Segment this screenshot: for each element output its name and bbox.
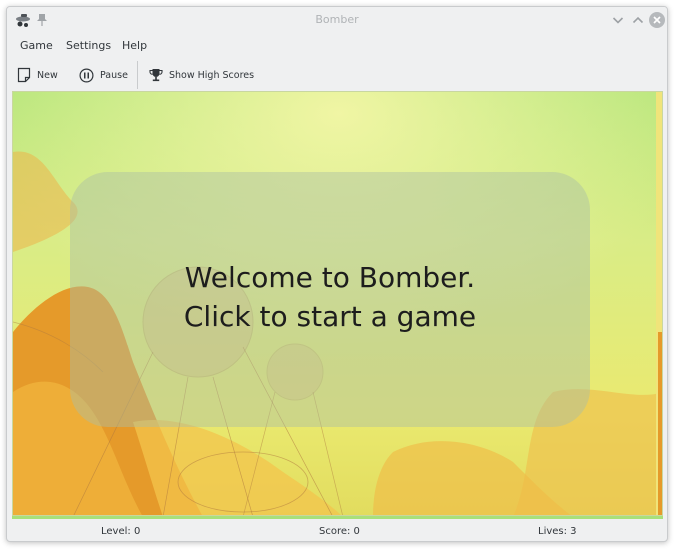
bomber-window: Bomber Game Settings Help New Pause Show…	[6, 6, 668, 542]
menu-game[interactable]: Game	[20, 39, 53, 52]
new-game-label: New	[37, 69, 58, 81]
show-high-scores-button[interactable]: Show High Scores	[149, 63, 254, 87]
new-game-button[interactable]: New	[17, 63, 58, 87]
status-bar: Level: 0 Score: 0 Lives: 3	[7, 519, 667, 541]
toolbar-separator	[137, 61, 138, 89]
lives-status: Lives: 3	[538, 526, 577, 537]
menu-help[interactable]: Help	[122, 39, 147, 52]
welcome-message[interactable]: Welcome to Bomber. Click to start a game	[70, 258, 590, 336]
score-status: Score: 0	[319, 526, 360, 537]
level-status: Level: 0	[101, 526, 141, 537]
pause-icon	[79, 67, 94, 83]
toolbar: New Pause Show High Scores	[7, 59, 667, 91]
welcome-line-1: Welcome to Bomber.	[184, 261, 476, 294]
game-area[interactable]: Welcome to Bomber. Click to start a game	[12, 91, 663, 516]
title-bar[interactable]: Bomber	[7, 7, 667, 33]
welcome-line-2: Click to start a game	[183, 300, 477, 333]
menu-bar: Game Settings Help	[7, 33, 667, 57]
close-icon[interactable]	[648, 11, 666, 29]
new-document-icon	[17, 67, 31, 83]
window-title: Bomber	[315, 13, 359, 26]
menu-settings[interactable]: Settings	[66, 39, 111, 52]
chevron-up-icon[interactable]	[629, 11, 647, 29]
pause-button[interactable]: Pause	[79, 63, 128, 87]
show-high-scores-label: Show High Scores	[169, 69, 255, 81]
pause-label: Pause	[100, 69, 128, 81]
trophy-icon	[149, 69, 163, 82]
chevron-down-icon[interactable]	[609, 11, 627, 29]
